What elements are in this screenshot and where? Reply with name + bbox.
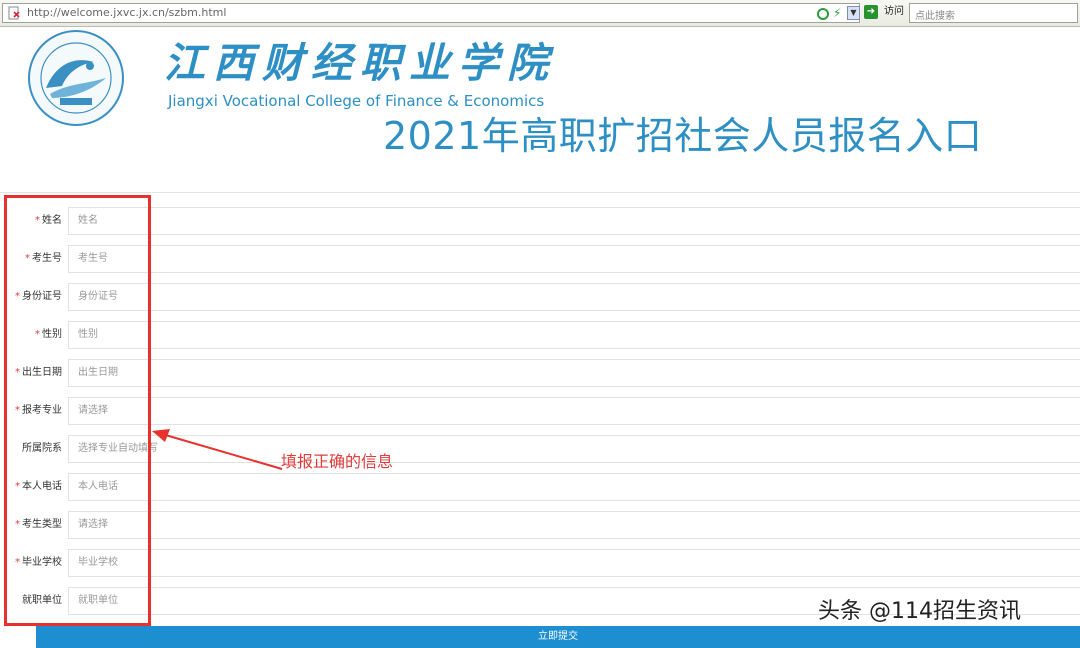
field-input[interactable]: 毕业学校	[68, 549, 1080, 577]
form-row: * 姓名 姓名	[0, 207, 1080, 235]
submit-button[interactable]: 立即提交	[36, 626, 1080, 648]
chevron-down-icon[interactable]: ▼	[847, 6, 860, 20]
field-input[interactable]: 请选择	[68, 511, 1080, 539]
school-name-en: Jiangxi Vocational College of Finance & …	[168, 92, 545, 110]
form-row: * 考生类型 请选择	[0, 511, 1080, 539]
field-input[interactable]: 性别	[68, 321, 1080, 349]
form-row: * 出生日期 出生日期	[0, 359, 1080, 387]
form-row: * 报考专业 请选择	[0, 397, 1080, 425]
field-input[interactable]: 考生号	[68, 245, 1080, 273]
url-field[interactable]: http://welcome.jxvc.jx.cn/szbm.html ⚡ ▼	[2, 3, 860, 23]
compat-view-icon[interactable]	[817, 8, 829, 20]
field-input[interactable]: 身份证号	[68, 283, 1080, 311]
annotation-arrow	[152, 429, 283, 470]
annotation-highlight-box	[4, 195, 151, 626]
search-input[interactable]: 点此搜索	[909, 3, 1078, 23]
go-arrow-icon[interactable]: ➜	[864, 5, 878, 19]
form-top-divider	[0, 192, 1080, 193]
annotation-text: 填报正确的信息	[281, 452, 394, 471]
form-row: * 毕业学校 毕业学校	[0, 549, 1080, 577]
college-logo	[28, 30, 124, 126]
field-input[interactable]: 出生日期	[68, 359, 1080, 387]
form-row: * 身份证号 身份证号	[0, 283, 1080, 311]
form-row: * 考生号 考生号	[0, 245, 1080, 273]
school-name-cn: 江西财经职业学院	[164, 39, 556, 87]
field-input[interactable]: 请选择	[68, 397, 1080, 425]
field-input[interactable]: 本人电话	[68, 473, 1080, 501]
url-text: http://welcome.jxvc.jx.cn/szbm.html	[27, 6, 227, 19]
field-input[interactable]: 姓名	[68, 207, 1080, 235]
browser-address-bar: http://welcome.jxvc.jx.cn/szbm.html ⚡ ▼ …	[0, 0, 1080, 27]
watermark: 头条 @114招生资讯	[818, 599, 1021, 624]
lightning-icon[interactable]: ⚡	[833, 6, 841, 20]
form-row: * 本人电话 本人电话	[0, 473, 1080, 501]
form-row: * 性别 性别	[0, 321, 1080, 349]
page-icon	[8, 6, 20, 20]
page-title: 2021年高职扩招社会人员报名入口	[383, 114, 983, 158]
go-button[interactable]: 访问	[884, 6, 904, 18]
